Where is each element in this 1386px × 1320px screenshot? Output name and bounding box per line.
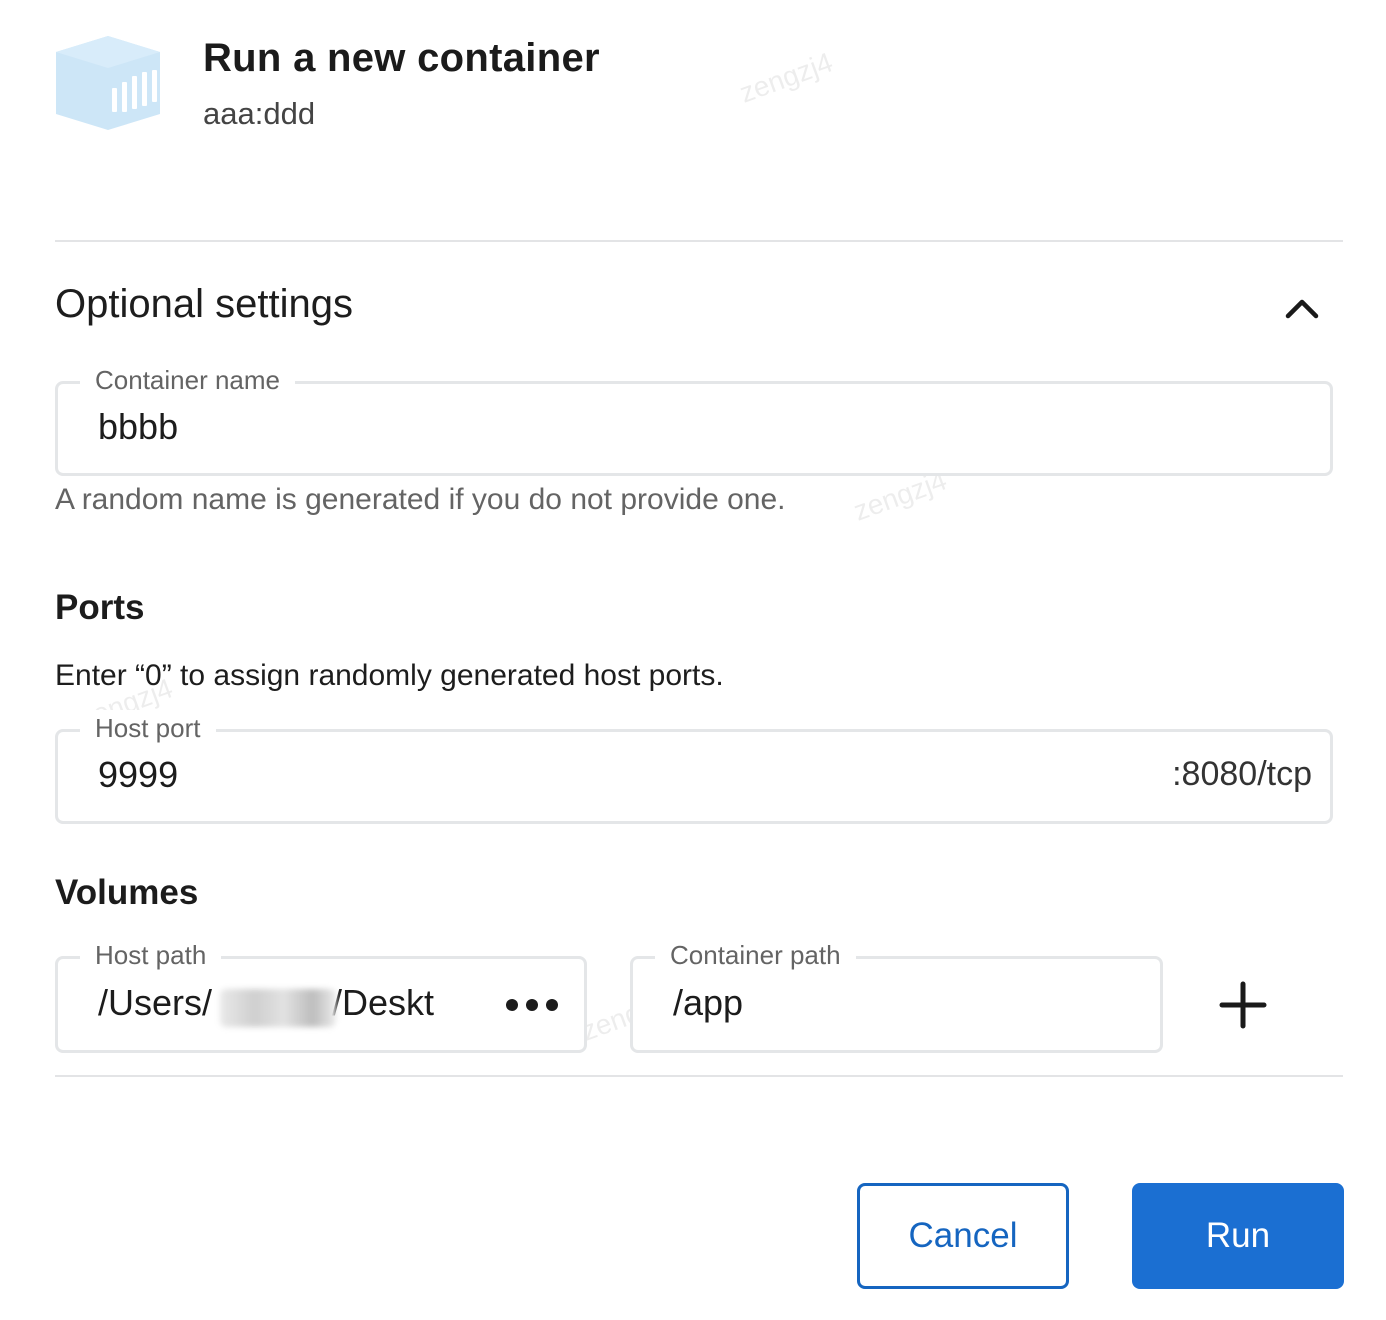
container-icon: [52, 34, 164, 132]
host-path-label: Host path: [80, 937, 222, 973]
watermark: zengzj4: [735, 46, 837, 109]
ports-description: Enter “0” to assign randomly generated h…: [55, 659, 724, 692]
host-port-field[interactable]: Host port 9999 :8080/tcp: [55, 710, 1333, 824]
container-path-field[interactable]: Container path /app: [630, 937, 1163, 1053]
optional-settings-title: Optional settings: [55, 282, 353, 326]
volumes-heading: Volumes: [55, 873, 199, 912]
cancel-button[interactable]: Cancel: [857, 1183, 1069, 1289]
chevron-up-icon[interactable]: [1280, 290, 1324, 326]
host-path-suffix: /Deskt: [332, 982, 435, 1023]
image-name: aaa:ddd: [203, 96, 316, 131]
container-name-field[interactable]: Container name bbbb: [55, 362, 1333, 476]
divider: [55, 240, 1343, 242]
container-name-label: Container name: [80, 362, 295, 398]
host-port-label: Host port: [80, 710, 216, 746]
run-button[interactable]: Run: [1132, 1183, 1344, 1289]
host-path-field[interactable]: Host path /Users/ /Deskt: [55, 937, 587, 1053]
host-path-prefix: /Users/: [98, 982, 213, 1023]
container-path-label: Container path: [655, 937, 856, 973]
divider: [55, 1075, 1343, 1077]
container-name-input[interactable]: bbbb: [98, 406, 178, 448]
dialog-title: Run a new container: [203, 36, 600, 80]
plus-icon[interactable]: [1216, 978, 1270, 1032]
container-path-input[interactable]: /app: [673, 982, 743, 1024]
container-name-helper: A random name is generated if you do not…: [55, 483, 786, 516]
container-port: :8080/tcp: [1172, 755, 1312, 793]
ports-heading: Ports: [55, 588, 145, 627]
host-port-input[interactable]: 9999: [98, 754, 178, 796]
redacted-username: [220, 989, 336, 1027]
more-horizontal-icon[interactable]: [504, 989, 560, 1021]
